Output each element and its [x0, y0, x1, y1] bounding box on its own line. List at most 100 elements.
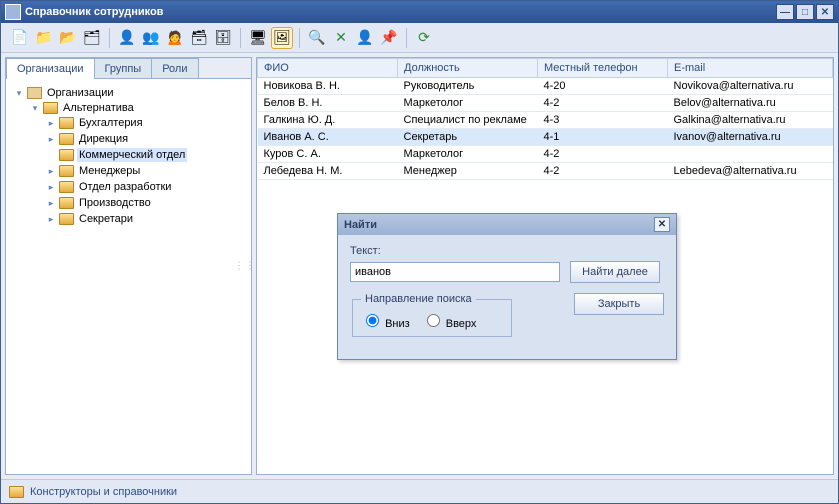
col-position[interactable]: Должность: [398, 59, 538, 78]
toolbar-btn-view2[interactable]: 🖼: [271, 27, 293, 49]
toolbar-btn-search[interactable]: 🔍: [306, 27, 328, 49]
cell: Belov@alternativa.ru: [668, 95, 833, 112]
find-text-label: Текст:: [350, 245, 664, 257]
maximize-button[interactable]: □: [796, 4, 814, 20]
folder-icon: [59, 197, 74, 209]
radio-up[interactable]: Вверх: [422, 311, 477, 330]
find-dialog-titlebar[interactable]: Найти ✕: [338, 214, 676, 235]
toolbar-separator: [299, 28, 300, 48]
radio-up-input[interactable]: [427, 314, 440, 327]
tab-strip: Организации Группы Роли: [6, 58, 251, 79]
find-text-input[interactable]: [350, 262, 560, 282]
cell: Белов В. Н.: [258, 95, 398, 112]
cell: Маркетолог: [398, 146, 538, 163]
toolbar-btn-edit-user[interactable]: 👥: [140, 27, 162, 49]
cell: Менеджер: [398, 163, 538, 180]
toolbar-separator: [240, 28, 241, 48]
tree-label[interactable]: Дирекция: [77, 132, 130, 146]
folder-icon: [9, 486, 24, 498]
statusbar: Конструкторы и справочники: [1, 479, 838, 503]
app-icon: [5, 4, 21, 20]
find-direction-legend: Направление поиска: [361, 293, 476, 305]
col-phone[interactable]: Местный телефон: [538, 59, 668, 78]
cell: Руководитель: [398, 78, 538, 95]
expander-icon[interactable]: ▸: [46, 134, 56, 145]
tree-label[interactable]: Секретари: [77, 212, 135, 226]
tree-node-alternativa[interactable]: ▾ Альтернатива: [30, 101, 247, 115]
tree-node[interactable]: ▸ Отдел разработки: [46, 180, 247, 194]
expander-icon[interactable]: ▸: [46, 198, 56, 209]
col-fullname[interactable]: ФИО: [258, 59, 398, 78]
tree-node[interactable]: ▸ Менеджеры: [46, 164, 247, 178]
expander-icon[interactable]: ▾: [14, 88, 24, 99]
toolbar-btn-refresh[interactable]: ⟳: [413, 27, 435, 49]
toolbar-btn-excel[interactable]: ✕: [330, 27, 352, 49]
find-close-button[interactable]: Закрыть: [574, 293, 664, 315]
expander-icon[interactable]: ▸: [46, 214, 56, 225]
tree-label[interactable]: Бухгалтерия: [77, 116, 145, 130]
tree-node-selected[interactable]: Коммерческий отдел: [46, 148, 247, 162]
find-dialog-close-button[interactable]: ✕: [654, 217, 670, 232]
tree-label[interactable]: Менеджеры: [77, 164, 142, 178]
toolbar-btn-view1[interactable]: 🖥: [247, 27, 269, 49]
table-row-selected[interactable]: Иванов А. С.Секретарь4-1Ivanov@alternati…: [258, 129, 833, 146]
toolbar-btn-add-folder[interactable]: 📁: [33, 27, 55, 49]
toolbar-btn-user[interactable]: 👤: [354, 27, 376, 49]
expander-icon[interactable]: ▸: [46, 182, 56, 193]
toolbar-btn-list[interactable]: 🗄: [212, 27, 234, 49]
radio-down-input[interactable]: [366, 314, 379, 327]
cell: [668, 146, 833, 163]
cell: 4-2: [538, 146, 668, 163]
cell: Маркетолог: [398, 95, 538, 112]
tree-node[interactable]: ▸ Дирекция: [46, 132, 247, 146]
cell: Новикова В. Н.: [258, 78, 398, 95]
toolbar-btn-cards[interactable]: 🗃: [188, 27, 210, 49]
tab-roles[interactable]: Роли: [151, 58, 198, 79]
tree-label[interactable]: Отдел разработки: [77, 180, 173, 194]
toolbar-btn-del-user[interactable]: 🙍: [164, 27, 186, 49]
employee-table[interactable]: ФИО Должность Местный телефон E-mail Нов…: [257, 58, 833, 180]
tree-node[interactable]: ▸ Секретари: [46, 212, 247, 226]
status-text[interactable]: Конструкторы и справочники: [30, 486, 177, 498]
app-window: Справочник сотрудников — □ ✕ 📄 📁 📂 🗂 👤 👥…: [0, 0, 839, 504]
table-row[interactable]: Галкина Ю. Д.Специалист по рекламе4-3Gal…: [258, 112, 833, 129]
tree-label[interactable]: Коммерческий отдел: [77, 148, 187, 162]
table-row[interactable]: Белов В. Н.Маркетолог4-2Belov@alternativ…: [258, 95, 833, 112]
window-title: Справочник сотрудников: [25, 6, 774, 18]
titlebar: Справочник сотрудников — □ ✕: [1, 1, 838, 23]
cell: 4-2: [538, 95, 668, 112]
tree-view[interactable]: ▾ Организации ▾ Альтернатива: [6, 78, 251, 474]
folder-icon: [59, 181, 74, 193]
radio-down-label: Вниз: [385, 318, 410, 330]
tree-node[interactable]: ▸ Бухгалтерия: [46, 116, 247, 130]
cell: Специалист по рекламе: [398, 112, 538, 129]
close-button[interactable]: ✕: [816, 4, 834, 20]
toolbar-btn-edit-folder[interactable]: 📂: [57, 27, 79, 49]
toolbar-btn-add-user[interactable]: 👤: [116, 27, 138, 49]
tab-groups[interactable]: Группы: [94, 58, 153, 79]
expander-icon[interactable]: ▾: [30, 103, 40, 114]
minimize-button[interactable]: —: [776, 4, 794, 20]
find-next-button[interactable]: Найти далее: [570, 261, 660, 283]
splitter-handle[interactable]: ⋮⋮: [234, 261, 256, 272]
cell: Galkina@alternativa.ru: [668, 112, 833, 129]
tree-label[interactable]: Альтернатива: [61, 101, 136, 115]
table-row[interactable]: Куров С. А.Маркетолог4-2: [258, 146, 833, 163]
cell: 4-1: [538, 129, 668, 146]
tree-label[interactable]: Производство: [77, 196, 153, 210]
col-email[interactable]: E-mail: [668, 59, 833, 78]
tree-label-root[interactable]: Организации: [45, 86, 116, 100]
folder-icon: [59, 165, 74, 177]
table-row[interactable]: Лебедева Н. М.Менеджер4-2Lebedeva@altern…: [258, 163, 833, 180]
toolbar-btn-1[interactable]: 📄: [9, 27, 31, 49]
tree-root[interactable]: ▾ Организации: [14, 86, 247, 100]
tree-node[interactable]: ▸ Производство: [46, 196, 247, 210]
radio-down[interactable]: Вниз: [361, 311, 410, 330]
find-dialog-title: Найти: [344, 219, 377, 231]
toolbar-btn-del-folder[interactable]: 🗂: [81, 27, 103, 49]
table-row[interactable]: Новикова В. Н.Руководитель4-20Novikova@a…: [258, 78, 833, 95]
expander-icon[interactable]: ▸: [46, 166, 56, 177]
toolbar-btn-pin[interactable]: 📌: [378, 27, 400, 49]
expander-icon[interactable]: ▸: [46, 118, 56, 129]
tab-organizations[interactable]: Организации: [6, 58, 95, 79]
